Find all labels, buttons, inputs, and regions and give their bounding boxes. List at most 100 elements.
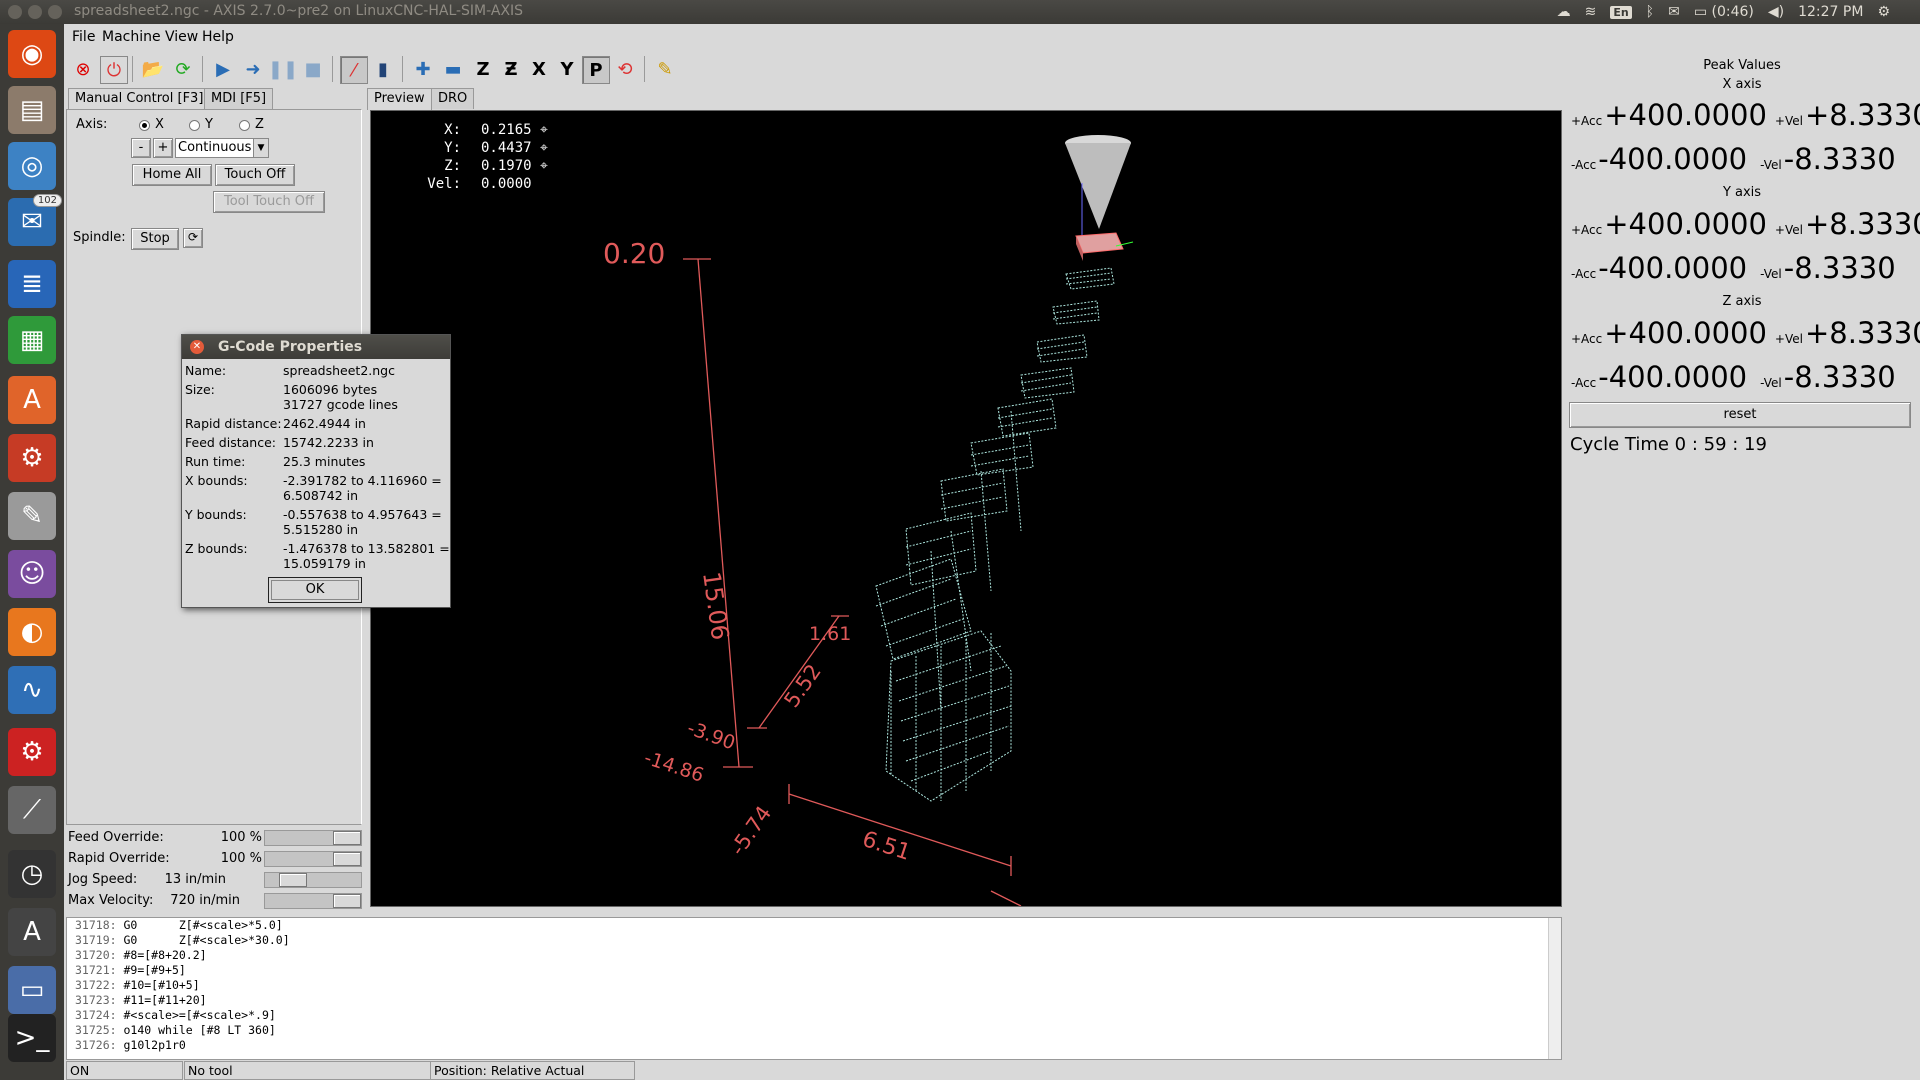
dialog-close-icon[interactable]: ✕ [190, 340, 204, 354]
spindle-stop-button[interactable]: Stop [131, 228, 179, 250]
cloud-sync-icon[interactable]: ☁ [1557, 4, 1571, 20]
freecad-icon[interactable]: ⚙ [8, 728, 56, 776]
block-delete-icon[interactable]: ⁄ [340, 56, 368, 84]
step-icon[interactable]: ➜ [240, 56, 266, 82]
estop-icon[interactable]: ⊗ [70, 56, 96, 82]
reset-button[interactable]: reset [1569, 402, 1911, 428]
clock[interactable]: 12:27 PM [1798, 4, 1863, 20]
tool-touch-off-button[interactable]: Tool Touch Off [213, 191, 325, 213]
axis-x-radio[interactable] [139, 120, 150, 131]
gcode-line[interactable]: 31719: G0 Z[#<scale>*30.0] [67, 933, 1561, 948]
gcode-line[interactable]: 31718: G0 Z[#<scale>*5.0] [67, 918, 1561, 933]
remote-desktop-icon[interactable]: ▭ [8, 966, 56, 1014]
ubuntu-dash-icon[interactable]: ◉ [8, 30, 56, 78]
axis-z-radio[interactable] [239, 120, 250, 131]
z-nvel-value: -8.3330 [1783, 360, 1896, 394]
gcode-line[interactable]: 31724: #<scale>=[#<scale>*.9] [67, 1008, 1561, 1023]
zoom-in-icon[interactable]: ✚ [410, 56, 436, 82]
tab-dro[interactable]: DRO [431, 88, 475, 109]
slider-thumb[interactable] [333, 831, 361, 845]
files-icon[interactable]: ▤ [8, 86, 56, 134]
updater-icon[interactable]: A [8, 908, 56, 956]
chromium-icon[interactable]: ◎ [8, 142, 56, 190]
clear-backplot-icon[interactable]: ✎ [652, 56, 678, 82]
software-center-icon[interactable]: A [8, 376, 56, 424]
jog-plus-button[interactable]: + [153, 138, 173, 158]
terminal-icon[interactable]: >_ [8, 1014, 56, 1062]
mail-icon[interactable]: ✉ [1668, 4, 1680, 20]
gcode-line[interactable]: 31722: #10=[#10+5] [67, 978, 1561, 993]
jog-minus-button[interactable]: - [131, 138, 151, 158]
gcode-line-number: 31724: [75, 1008, 117, 1022]
jog-mode-value: Continuous [178, 140, 252, 155]
slider-thumb[interactable] [333, 852, 361, 866]
tab-manual-control[interactable]: Manual Control [F3] [68, 88, 211, 110]
power-gear-icon[interactable]: ⚙ [1877, 4, 1890, 20]
gcode-line-number: 31718: [75, 918, 117, 932]
tools-icon[interactable]: ✎ [8, 492, 56, 540]
machine-power-icon[interactable]: ⏻ [100, 56, 128, 84]
keyboard-layout-indicator[interactable]: En [1610, 5, 1632, 19]
jog-mode-select[interactable]: Continuous ▼ [175, 138, 269, 158]
view-y-icon[interactable]: Y [554, 56, 580, 82]
bluetooth-icon[interactable]: ᛒ [1646, 4, 1654, 20]
calc-icon[interactable]: ▦ [8, 316, 56, 364]
gcode-line[interactable]: 31720: #8=[#8+20.2] [67, 948, 1561, 963]
view-z2-icon[interactable]: Ƶ [498, 56, 524, 82]
gcode-line[interactable]: 31721: #9=[#9+5] [67, 963, 1561, 978]
stop-icon[interactable]: ■ [300, 56, 326, 82]
clock-app-icon[interactable]: ◷ [8, 850, 56, 898]
system-monitor-icon[interactable]: ∿ [8, 666, 56, 714]
rotate-view-icon[interactable]: ⟲ [612, 56, 638, 82]
home-all-button[interactable]: Home All [132, 164, 212, 186]
thunderbird-icon[interactable]: ✉ 102 [8, 194, 62, 246]
menu-machine[interactable]: Machine [102, 29, 161, 45]
gcode-line[interactable]: 31723: #11=[#11+20] [67, 993, 1561, 1008]
menu-file[interactable]: File [72, 29, 95, 45]
max-velocity-slider[interactable] [264, 893, 362, 909]
slider-thumb[interactable] [333, 894, 361, 908]
open-file-icon[interactable]: 📂 [140, 56, 166, 82]
gcode-line[interactable]: 31726: g10l2p1r0 [67, 1038, 1561, 1053]
pause-icon[interactable]: ❚❚ [268, 56, 298, 82]
menu-view[interactable]: View [165, 29, 198, 45]
menu-help[interactable]: Help [202, 29, 234, 45]
dialog-ok-button[interactable]: OK [268, 577, 362, 603]
nacc-label: -Acc [1571, 267, 1597, 281]
toolpath-svg: 0.20 15.06 1.61 5.52 -3.90 -14.86 -5.74 … [603, 135, 1134, 906]
gcode-scrollbar[interactable] [1548, 918, 1561, 1059]
gcode-listing[interactable]: 31718: G0 Z[#<scale>*5.0] 31719: G0 Z[#<s… [66, 917, 1562, 1060]
system-settings-icon[interactable]: ⚙ [8, 434, 56, 482]
rapid-override-slider[interactable] [264, 851, 362, 867]
toolpath-preview[interactable]: X: 0.2165 ⌖ Y: 0.4437 ⌖ Z: 0.1970 ⌖ Vel: 0.0… [370, 110, 1562, 907]
gcode-line[interactable]: 31725: o140 while [#8 LT 360] [67, 1023, 1561, 1038]
minimize-window-button[interactable] [28, 5, 42, 19]
tab-mdi[interactable]: MDI [F5] [204, 88, 274, 109]
tab-preview[interactable]: Preview [367, 88, 432, 110]
run-icon[interactable]: ▶ [210, 56, 236, 82]
volume-icon[interactable]: ◀) [1768, 4, 1784, 20]
view-z-icon[interactable]: Z [470, 56, 496, 82]
zoom-out-icon[interactable]: ▬ [440, 56, 466, 82]
optional-stop-icon[interactable]: ▮ [370, 56, 396, 82]
view-perspective-icon[interactable]: P [582, 56, 610, 84]
battery-indicator[interactable]: ▭ (0:46) [1694, 4, 1754, 20]
nvel-label: -Vel [1760, 158, 1782, 172]
slider-thumb[interactable] [279, 873, 307, 887]
feed-override-slider[interactable] [264, 830, 362, 846]
close-window-button[interactable] [8, 5, 22, 19]
firefox-icon[interactable]: ◐ [8, 608, 56, 656]
axis-y-radio[interactable] [189, 120, 200, 131]
reload-icon[interactable]: ⟳ [170, 56, 196, 82]
axis-cnc-icon[interactable]: ⟋ [8, 786, 56, 834]
gcode-line-number: 31721: [75, 963, 117, 977]
wifi-icon[interactable]: ≋ [1585, 4, 1597, 20]
spindle-direction-icon[interactable]: ⟳ [183, 228, 203, 248]
jog-speed-slider[interactable] [264, 872, 362, 888]
maximize-window-button[interactable] [48, 5, 62, 19]
writer-icon[interactable]: ≣ [8, 260, 56, 308]
gcode-line-text: #10=[#10+5] [123, 978, 200, 992]
touch-off-button[interactable]: Touch Off [215, 164, 295, 186]
view-x-icon[interactable]: X [526, 56, 552, 82]
pidgin-icon[interactable]: ☺ [8, 550, 56, 598]
